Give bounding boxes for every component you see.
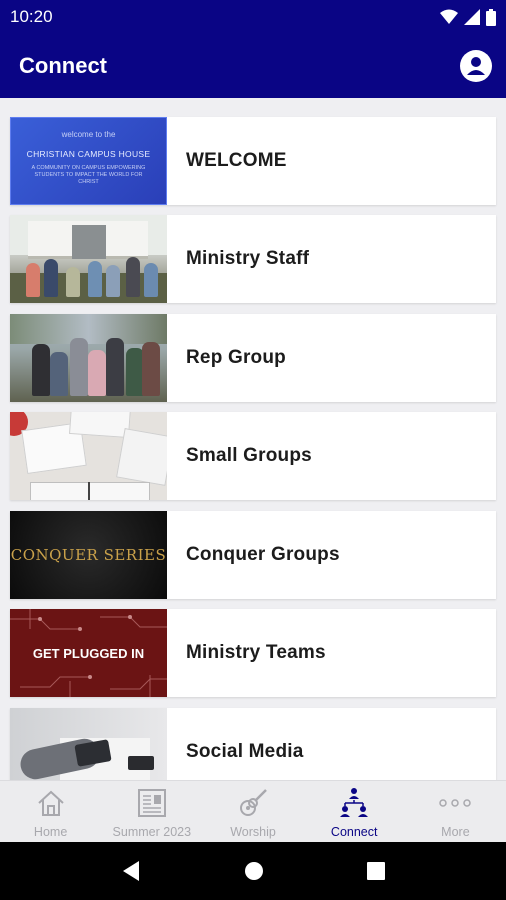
list-item-label: Small Groups bbox=[186, 445, 312, 466]
nav-worship[interactable]: Worship bbox=[202, 781, 303, 842]
profile-button[interactable] bbox=[460, 50, 492, 82]
status-time: 10:20 bbox=[10, 7, 53, 26]
list-item-label: WELCOME bbox=[186, 150, 287, 171]
thumb-welcome-line2: CHRISTIAN CAMPUS HOUSE bbox=[26, 149, 151, 159]
list-item-label: Social Media bbox=[186, 741, 304, 762]
rep-group-photo bbox=[10, 314, 167, 402]
nav-home-label: Home bbox=[33, 825, 68, 839]
list-item-welcome[interactable]: welcome to the CHRISTIAN CAMPUS HOUSE A … bbox=[10, 117, 496, 205]
get-plugged-in-thumbnail: GET PLUGGED IN bbox=[10, 609, 167, 697]
nav-summer-2023[interactable]: Summer 2023 bbox=[101, 781, 202, 842]
nav-connect[interactable]: Connect bbox=[304, 781, 405, 842]
recents-icon[interactable] bbox=[366, 862, 385, 880]
home-icon bbox=[37, 790, 64, 816]
signal-icon bbox=[464, 9, 480, 25]
nav-more[interactable]: More bbox=[405, 781, 506, 842]
list-item-label: Ministry Staff bbox=[186, 248, 310, 269]
list-item-small-groups[interactable]: Small Groups bbox=[10, 412, 496, 500]
list-item-label: Rep Group bbox=[186, 347, 286, 368]
list-item-label: Ministry Teams bbox=[186, 642, 326, 663]
bottom-navigation: Home Summer 2023 Worship Connect More bbox=[0, 780, 506, 842]
home-circle-icon[interactable] bbox=[244, 861, 264, 881]
nav-more-label: More bbox=[441, 825, 470, 839]
nav-connect-label: Connect bbox=[330, 825, 378, 839]
page-title: Connect bbox=[19, 53, 107, 78]
list-item-rep-group[interactable]: Rep Group bbox=[10, 314, 496, 402]
list-item-label: Conquer Groups bbox=[186, 544, 340, 565]
thumb-conquer-text: CONQUER SERIES bbox=[10, 546, 167, 564]
people-connect-icon bbox=[340, 788, 369, 817]
nav-summer-label: Summer 2023 bbox=[112, 825, 192, 839]
guitar-icon bbox=[240, 789, 267, 816]
ministry-staff-photo bbox=[10, 215, 167, 303]
thumb-plug-text: GET PLUGGED IN bbox=[32, 645, 145, 661]
welcome-thumbnail: welcome to the CHRISTIAN CAMPUS HOUSE A … bbox=[10, 117, 167, 205]
nav-worship-label: Worship bbox=[230, 825, 276, 839]
small-groups-photo bbox=[10, 412, 167, 500]
more-dots-icon bbox=[439, 799, 472, 807]
nav-home[interactable]: Home bbox=[0, 781, 101, 842]
thumb-welcome-line3: A COMMUNITY ON CAMPUS EMPOWERING STUDENT… bbox=[31, 165, 146, 185]
connect-list[interactable]: welcome to the CHRISTIAN CAMPUS HOUSE A … bbox=[0, 98, 506, 780]
list-item-ministry-staff[interactable]: Ministry Staff bbox=[10, 215, 496, 303]
list-item-social-media[interactable]: Social Media bbox=[10, 708, 496, 780]
app-bar: Connect bbox=[0, 34, 506, 98]
system-navigation-bar bbox=[0, 842, 506, 900]
back-icon[interactable] bbox=[121, 860, 141, 882]
conquer-series-thumbnail: CONQUER SERIES bbox=[10, 511, 167, 599]
newspaper-icon bbox=[137, 789, 166, 817]
wifi-icon bbox=[440, 9, 458, 24]
thumb-welcome-line1: welcome to the bbox=[61, 130, 116, 139]
list-item-ministry-teams[interactable]: GET PLUGGED IN Ministry Teams bbox=[10, 609, 496, 697]
battery-icon bbox=[486, 8, 496, 26]
status-bar: 10:20 bbox=[0, 0, 506, 34]
social-media-photo bbox=[10, 708, 167, 780]
account-circle-icon bbox=[467, 57, 485, 75]
list-item-conquer-groups[interactable]: CONQUER SERIES Conquer Groups bbox=[10, 511, 496, 599]
